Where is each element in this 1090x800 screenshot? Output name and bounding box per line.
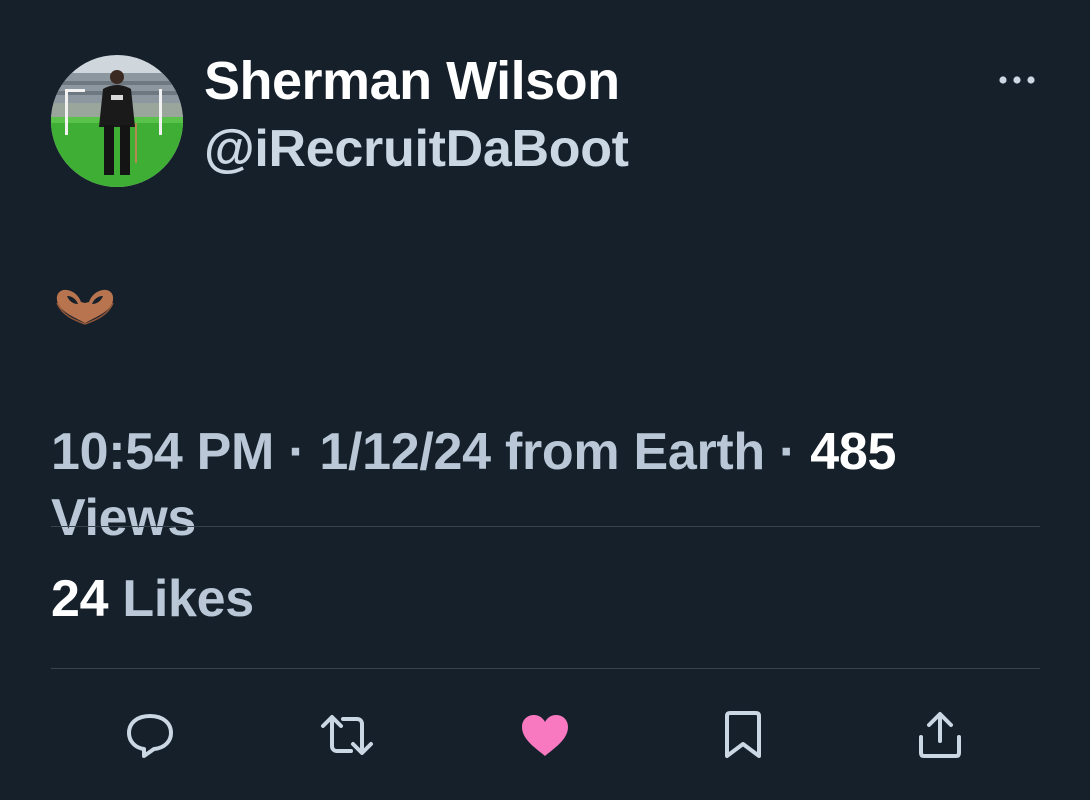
likes-label: Likes (122, 570, 254, 628)
tweet-source: from Earth (504, 423, 765, 481)
likes-count: 24 (51, 570, 109, 628)
more-options-button[interactable] (992, 66, 1042, 94)
tweet-text (54, 287, 118, 331)
bookmark-button[interactable] (715, 708, 771, 762)
retweet-icon (321, 715, 373, 755)
more-horizontal-icon (999, 76, 1035, 84)
retweet-button[interactable] (319, 708, 375, 762)
avatar[interactable] (51, 55, 183, 187)
likes-stat[interactable]: 24 Likes (51, 568, 254, 630)
tweet-detail-view: Sherman Wilson @iRecruitDaBoot 10:54 PM … (0, 0, 1090, 800)
views-count: 485 (810, 423, 897, 481)
avatar-photo (51, 55, 183, 187)
divider (51, 526, 1040, 527)
tweet-date[interactable]: 1/12/24 (319, 423, 491, 481)
reply-icon (127, 714, 173, 758)
heart-icon (522, 715, 568, 756)
tweet-meta: 10:54 PM · 1/12/24 from Earth · 485 View… (51, 419, 1011, 551)
author-display-name[interactable]: Sherman Wilson (204, 50, 620, 112)
tweet-time[interactable]: 10:54 PM (51, 423, 274, 481)
reply-button[interactable] (122, 708, 178, 762)
meta-separator: · (779, 423, 797, 481)
views-label: Views (51, 489, 196, 547)
bookmark-icon (725, 711, 761, 758)
share-button[interactable] (912, 708, 968, 762)
divider (51, 668, 1040, 669)
meta-separator: · (288, 423, 306, 481)
heart-hands-emoji (56, 289, 114, 325)
like-button[interactable] (517, 708, 573, 762)
share-icon (919, 712, 961, 758)
author-handle[interactable]: @iRecruitDaBoot (204, 118, 629, 180)
